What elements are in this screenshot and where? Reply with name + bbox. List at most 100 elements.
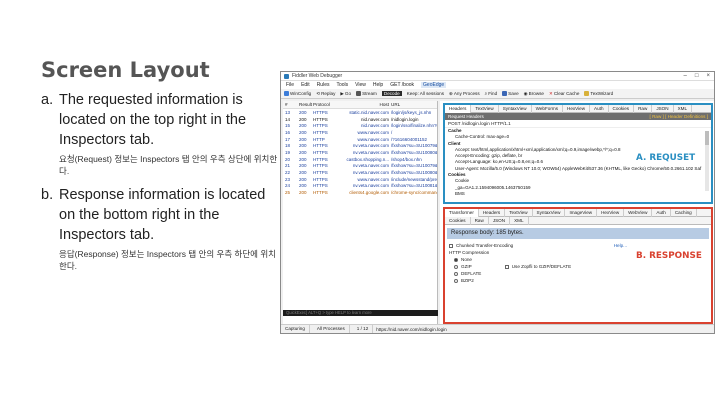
session-count: 1 / 12 (353, 325, 374, 333)
request-scrollbar[interactable] (705, 131, 709, 191)
tab[interactable]: TextView (505, 208, 533, 217)
column-header[interactable]: URL (391, 102, 437, 107)
session-cell: castbox.shopping.n... (346, 156, 389, 162)
winconfig-button[interactable]: WinConfig (284, 91, 311, 96)
any-process-button[interactable]: ⊕ Any Process (449, 91, 480, 97)
session-cell: 200 (299, 149, 307, 155)
tab[interactable]: HexView (563, 104, 591, 113)
tab[interactable]: XML (674, 104, 693, 113)
quickexec-bar[interactable]: QuickExec] ALT+Q > type HELP to learn mo… (283, 310, 438, 316)
menu-help[interactable]: Help (373, 82, 383, 88)
menu-geoedge[interactable]: GeoEdge (421, 82, 447, 88)
compression-none-radio[interactable] (454, 257, 458, 262)
tab[interactable]: WebView (624, 208, 653, 217)
column-header[interactable]: Host (335, 102, 391, 107)
bullet-text: The requested information is located on … (59, 92, 247, 148)
tab[interactable]: HexView (597, 208, 625, 217)
chunked-label: Chunked Transfer-Encoding (456, 243, 514, 248)
session-row[interactable]: 14 200 HTTPS nid.naver.com/nidlogin.login (283, 116, 437, 123)
help-link[interactable]: Help... (614, 243, 627, 248)
response-body-banner: Response body: 185 bytes. (447, 228, 709, 239)
response-panel: Transformer Headers TextView SyntaxView Imag… (443, 207, 713, 324)
compression-bzip2-radio[interactable] (454, 278, 458, 283)
session-list-header: # Result Protocol Host URL (283, 101, 437, 109)
session-row[interactable]: 19 200 HTTPS nv.veta.naver.com/fxshow?su=SU… (283, 149, 437, 156)
session-cell: /fxshow?su=SU10079&nrefreshx=0 (391, 143, 437, 149)
tab[interactable]: TextView (471, 104, 499, 113)
menu-view[interactable]: View (355, 82, 366, 88)
menu-get-book[interactable]: GET /book (390, 82, 414, 88)
session-row[interactable]: 21 200 HTTPS nv.veta.naver.com/fxshow?su=SU… (283, 163, 437, 170)
session-row[interactable]: 17 200 HTTP www.naver.com/?1616604001152 (283, 136, 437, 143)
decode-button[interactable]: Decode (381, 91, 402, 96)
find-button[interactable]: ⌕ Find (485, 91, 498, 96)
process-filter[interactable]: All Processes (313, 325, 350, 333)
zopfli-checkbox[interactable] (504, 264, 509, 269)
capturing-status[interactable]: Capturing (281, 325, 310, 333)
tab[interactable]: JSON (489, 216, 511, 225)
menu-bar: File Edit Rules Tools View Help GET /boo… (281, 81, 714, 89)
session-cell: /fxshow?su=SU10080&nrefreshx=0 (391, 149, 437, 155)
textwizard-button[interactable]: TextWizard (584, 91, 613, 96)
session-cell: static.nid.naver.com (349, 109, 389, 115)
session-row[interactable]: 13 200 HTTPS static.nid.naver.com/login/js/… (283, 109, 437, 116)
tab[interactable]: Auth (652, 208, 671, 217)
compression-option: BZIP2 (461, 278, 474, 283)
tab[interactable]: ImageView (565, 208, 598, 217)
menu-rules[interactable]: Rules (317, 82, 330, 88)
column-header[interactable]: # (283, 102, 299, 107)
menu-tools[interactable]: Tools (336, 82, 348, 88)
column-header[interactable]: Protocol (313, 102, 335, 107)
compression-option: None (461, 257, 472, 262)
session-row[interactable]: 18 200 HTTPS nv.veta.naver.com/fxshow?su=SU… (283, 142, 437, 149)
session-row[interactable]: 23 200 HTTPS www.naver.com/include/newsstan… (283, 176, 437, 183)
tab[interactable]: Raw (634, 104, 653, 113)
tab[interactable]: WebForms (532, 104, 563, 113)
go-button[interactable]: ▶ Go (340, 91, 351, 97)
session-row[interactable]: 24 200 HTTPS nv.veta.naver.com/fxshow?su=SU… (283, 183, 437, 190)
tab[interactable]: Cookies (445, 216, 471, 225)
tab[interactable]: JSON (652, 104, 674, 113)
compression-gzip-radio[interactable] (454, 264, 458, 269)
session-cell: HTTPS (313, 123, 328, 129)
session-row[interactable]: 25 200 HTTPS clients4.google.com/chrome-syn… (283, 189, 437, 196)
save-button[interactable]: Save (502, 91, 519, 96)
tab[interactable]: Transformer (445, 208, 479, 217)
column-header[interactable]: Result (299, 102, 313, 107)
tab[interactable]: Caching (671, 208, 697, 217)
tab[interactable]: SyntaxView (499, 104, 532, 113)
keep-sessions-dropdown[interactable]: Keep: All sessions (407, 91, 444, 96)
tab[interactable]: Raw (471, 216, 489, 225)
stream-button[interactable]: Stream (356, 91, 377, 96)
session-cell: 200 (299, 129, 307, 135)
fiddler-window: Fiddler Web Debugger – □ × File Edit Rul… (280, 71, 715, 334)
close-button[interactable]: × (706, 73, 710, 79)
tab[interactable]: Headers (445, 104, 472, 113)
raw-header-links[interactable]: [ Raw ] [ Header Definitions ] (650, 113, 708, 120)
replay-button[interactable]: ⟲ Replay (316, 91, 335, 97)
compression-deflate-radio[interactable] (454, 271, 458, 276)
maximize-button[interactable]: □ (695, 73, 699, 79)
zopfli-label: Use Zopfli to GZIP/DEFLATE (511, 264, 572, 269)
session-cell: 200 (299, 190, 307, 196)
menu-edit[interactable]: Edit (301, 82, 310, 88)
session-cell: www.naver.com (357, 136, 389, 142)
session-list: # Result Protocol Host URL 13 200 HTTPS sta… (283, 101, 438, 325)
menu-file[interactable]: File (286, 82, 294, 88)
browse-button[interactable]: ◉ Browse (524, 91, 544, 97)
session-cell: 200 (299, 109, 307, 115)
tab[interactable]: Cookies (609, 104, 635, 113)
tab[interactable]: XML (510, 216, 529, 225)
session-row[interactable]: 15 200 HTTPS nid.naver.com/login/sso/finali… (283, 122, 437, 129)
session-row[interactable]: 20 200 HTTPS castbox.shopping.n.../shop4/bo… (283, 156, 437, 163)
minimize-button[interactable]: – (684, 73, 687, 79)
bullet-subtext: 요청(Request) 정보는 Inspectors 탭 안의 우측 상단에 위… (59, 154, 278, 176)
chunked-checkbox[interactable] (449, 243, 453, 248)
session-cell: /nidlogin.login (391, 116, 419, 122)
tab[interactable]: SyntaxView (533, 208, 566, 217)
tab[interactable]: Headers (479, 208, 506, 217)
tab[interactable]: Auth (590, 104, 609, 113)
session-row[interactable]: 16 200 HTTPS www.naver.com / (283, 129, 437, 136)
session-row[interactable]: 22 200 HTTPS nv.veta.naver.com/fxshow?su=SU… (283, 169, 437, 176)
clear-cache-button[interactable]: ✕ Clear Cache (549, 91, 579, 97)
